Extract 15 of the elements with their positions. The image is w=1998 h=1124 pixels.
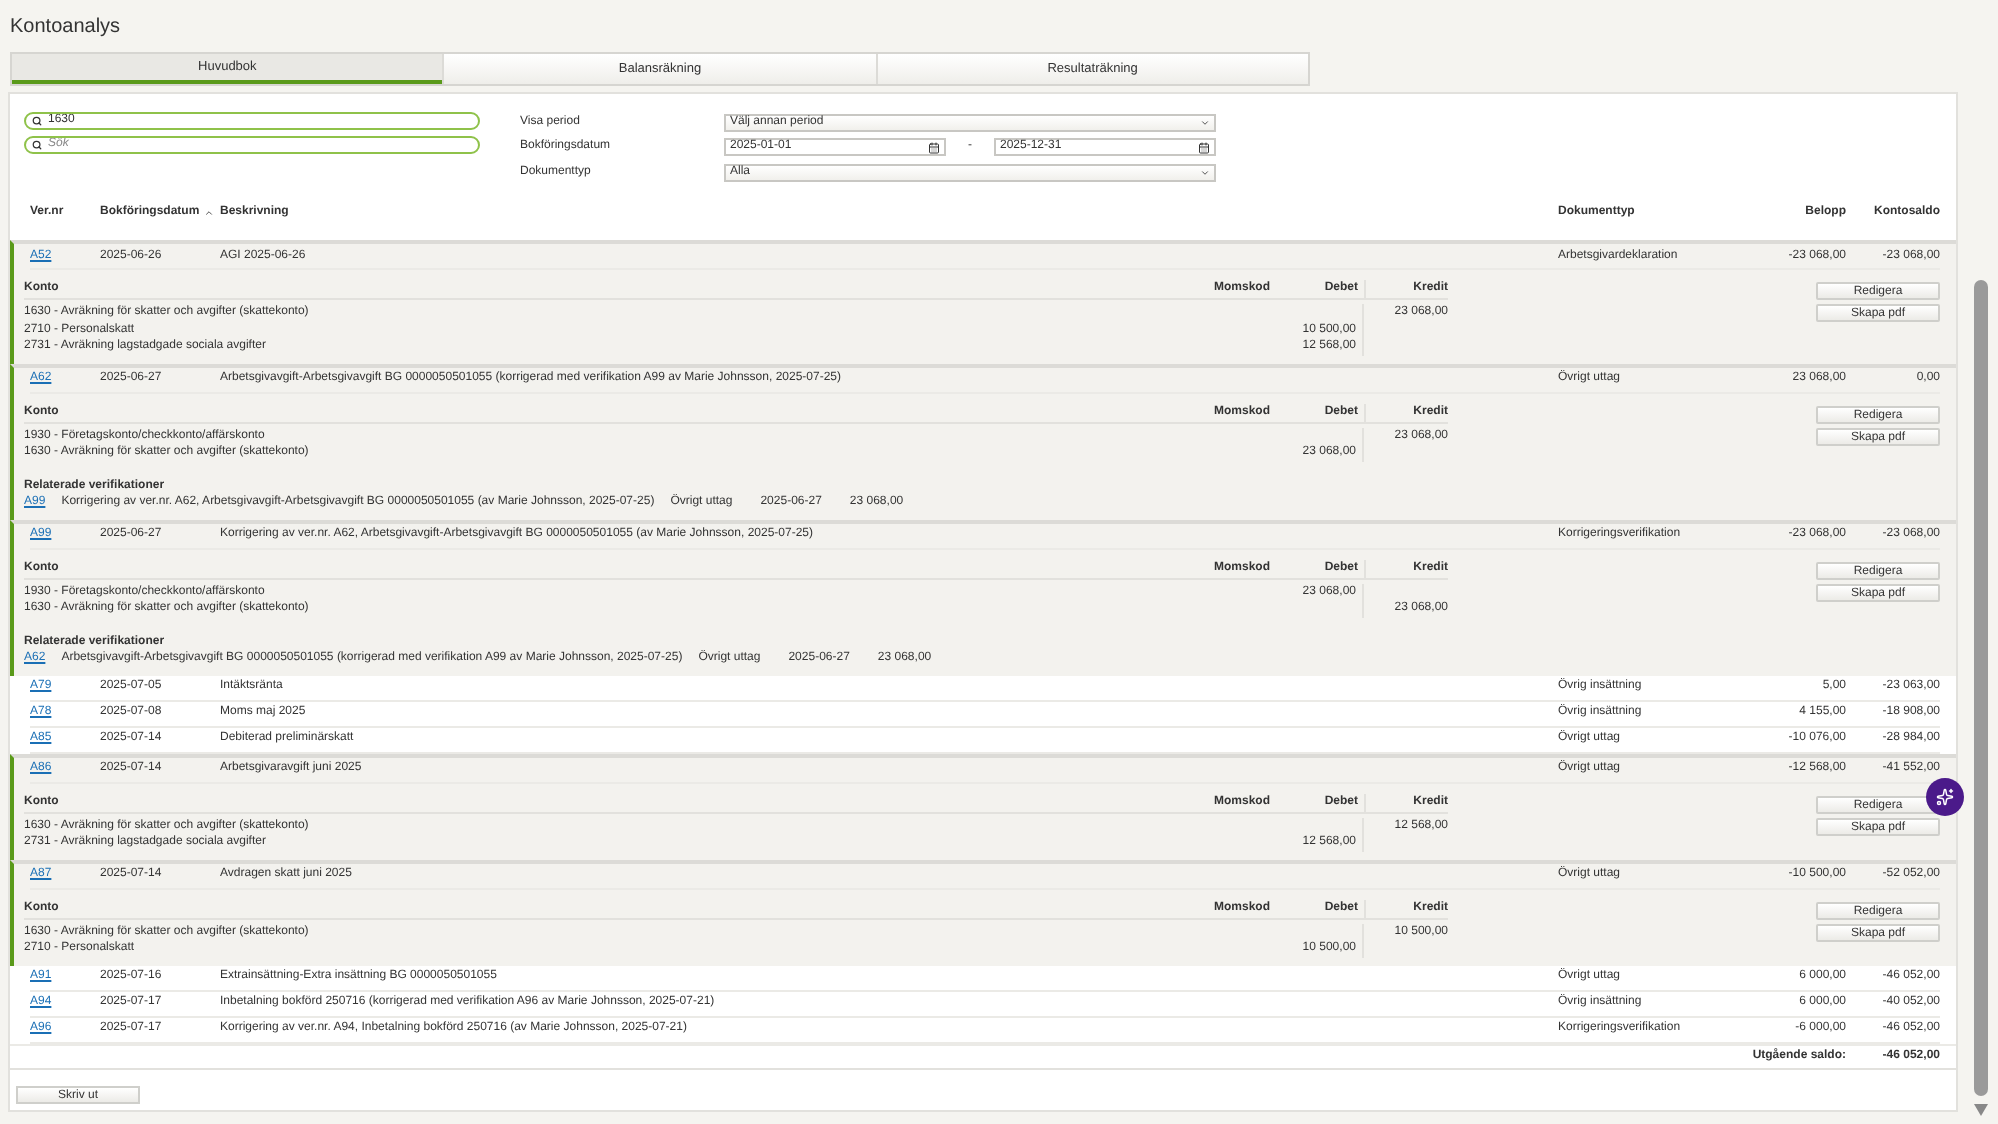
expanded-row[interactable] — [10, 240, 1956, 363]
calendar-icon — [928, 141, 940, 154]
expanded-row[interactable] — [10, 859, 1956, 965]
calendar-icon — [1198, 141, 1210, 154]
scrollbar-thumb[interactable] — [1973, 280, 1987, 1096]
scroll-down-icon[interactable] — [1973, 1104, 1987, 1116]
page-title: Kontoanalys — [8, 14, 123, 42]
caret-icon — [1200, 117, 1210, 128]
sort-icon — [203, 207, 214, 217]
expanded-row[interactable] — [10, 363, 1956, 519]
sparkle-icon — [1936, 788, 1954, 806]
search-icon — [32, 116, 42, 126]
expanded-row[interactable] — [10, 519, 1956, 675]
search-icon — [32, 140, 42, 150]
caret-icon — [1200, 167, 1210, 178]
